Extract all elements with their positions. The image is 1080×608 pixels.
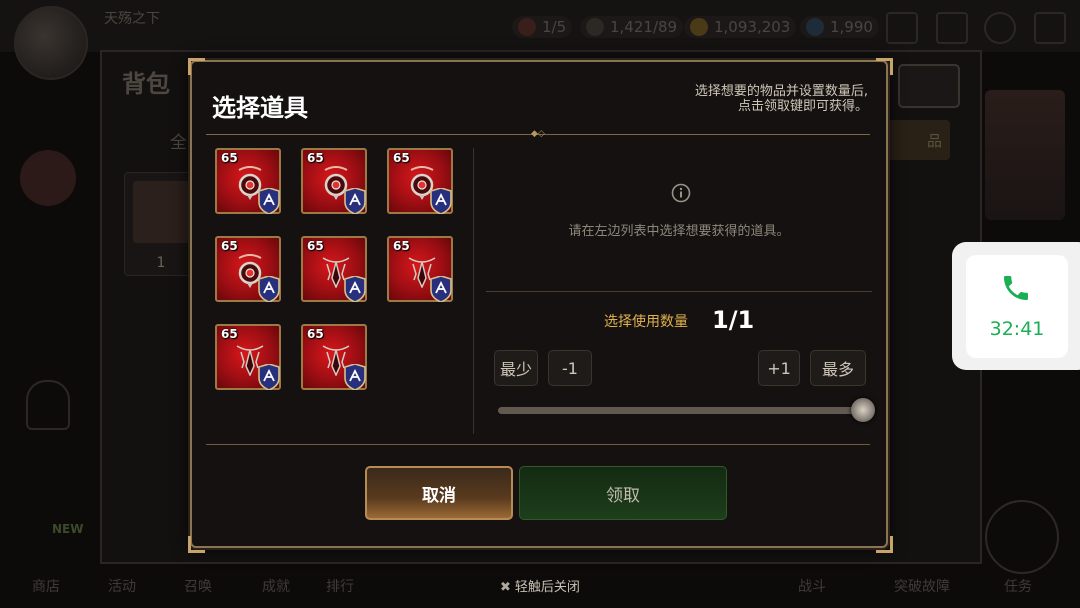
gold-stat: 1,093,203 [684, 16, 797, 38]
character-art [985, 90, 1065, 220]
player-name: 天殇之下 [104, 11, 160, 27]
stamina-icon [518, 18, 536, 36]
character-portrait [20, 150, 76, 206]
class-shield-icon [258, 364, 280, 390]
divider [206, 444, 870, 445]
item-level: 65 [307, 151, 324, 165]
nav-achievement: 成就 [262, 579, 290, 595]
item-level: 65 [393, 239, 410, 253]
stamina-stat: 1/5 [512, 16, 573, 38]
nav-shop: 商店 [32, 579, 60, 595]
mission-badge-icon [985, 500, 1059, 574]
tab-all: 全 [170, 133, 187, 153]
divider [486, 291, 872, 292]
cancel-button[interactable]: 取消 [365, 466, 513, 520]
gold-coin-icon [690, 18, 708, 36]
item-slot[interactable]: 65 [301, 324, 367, 390]
quantity-label: 选择使用数量 [604, 314, 688, 330]
item-level: 65 [307, 239, 324, 253]
frame-corner [188, 536, 205, 553]
dialog-title: 选择道具 [212, 94, 308, 122]
nav-battle: 战斗 [798, 579, 826, 595]
mail-icon [936, 12, 968, 44]
nav-ranking: 排行 [326, 579, 354, 595]
item-slot[interactable]: 65 [301, 148, 367, 214]
quantity-slider[interactable] [498, 407, 862, 414]
item-level: 65 [221, 327, 238, 341]
class-shield-icon [430, 276, 452, 302]
dialog-hint: 选择想要的物品并设置数量后, 点击领取键即可获得。 [694, 84, 868, 114]
item-slot[interactable]: 65 [215, 236, 281, 302]
quantity-value: 1/1 [712, 306, 755, 334]
ranking-icon [886, 12, 918, 44]
close-icon: ✖ [500, 580, 511, 595]
item-slot[interactable]: 65 [387, 236, 453, 302]
class-shield-icon [344, 188, 366, 214]
item-level: 65 [221, 151, 238, 165]
item-level: 65 [221, 239, 238, 253]
frame-corner [876, 536, 893, 553]
inventory-title: 背包 [122, 70, 170, 98]
item-slot[interactable]: 65 [387, 148, 453, 214]
min-button[interactable]: 最少 [494, 350, 538, 386]
treasure-box-icon [133, 181, 189, 243]
class-shield-icon [258, 276, 280, 302]
item-slot[interactable]: 65 [215, 148, 281, 214]
inventory-item: 1 [124, 172, 198, 276]
energy-stat: 1,421/89 [580, 16, 684, 38]
call-duration: 32:41 [989, 318, 1045, 340]
menu-grid-icon [1034, 12, 1066, 44]
bell-icon [26, 380, 70, 430]
player-avatar [14, 6, 88, 80]
item-slot[interactable]: 65 [301, 236, 367, 302]
info-icon [671, 183, 691, 203]
nav-breakthrough: 突破故障 [894, 579, 950, 595]
minus-one-button[interactable]: -1 [548, 350, 592, 386]
energy-icon [586, 18, 604, 36]
divider-ornament: ◆◇ [531, 129, 545, 139]
phone-icon [1004, 276, 1028, 300]
column-divider [473, 148, 474, 434]
frame-corner [188, 58, 205, 75]
nav-summon: 召唤 [184, 579, 212, 595]
chat-icon [984, 12, 1016, 44]
nav-quest: 任务 [1004, 579, 1032, 595]
item-slot[interactable]: 65 [215, 324, 281, 390]
nav-event: 活动 [108, 579, 136, 595]
empty-selection-message: 请在左边列表中选择想要获得的道具。 [568, 224, 790, 239]
item-level: 65 [393, 151, 410, 165]
claim-button[interactable]: 领取 [519, 466, 727, 520]
class-shield-icon [344, 276, 366, 302]
tap-to-close-hint[interactable]: ✖ 轻触后关闭 [500, 576, 580, 595]
gem-icon [806, 18, 824, 36]
frame-corner [876, 58, 893, 75]
plus-one-button[interactable]: +1 [758, 350, 800, 386]
max-button[interactable]: 最多 [810, 350, 866, 386]
gem-stat: 1,990 [800, 16, 879, 38]
item-level: 65 [307, 327, 324, 341]
tab-right: 品 [888, 120, 950, 160]
class-shield-icon [258, 188, 280, 214]
call-widget-card[interactable] [966, 255, 1068, 358]
quantity-slider-handle[interactable] [851, 398, 875, 422]
class-shield-icon [430, 188, 452, 214]
house-icon [898, 64, 960, 108]
new-badge: NEW [52, 522, 84, 536]
class-shield-icon [344, 364, 366, 390]
